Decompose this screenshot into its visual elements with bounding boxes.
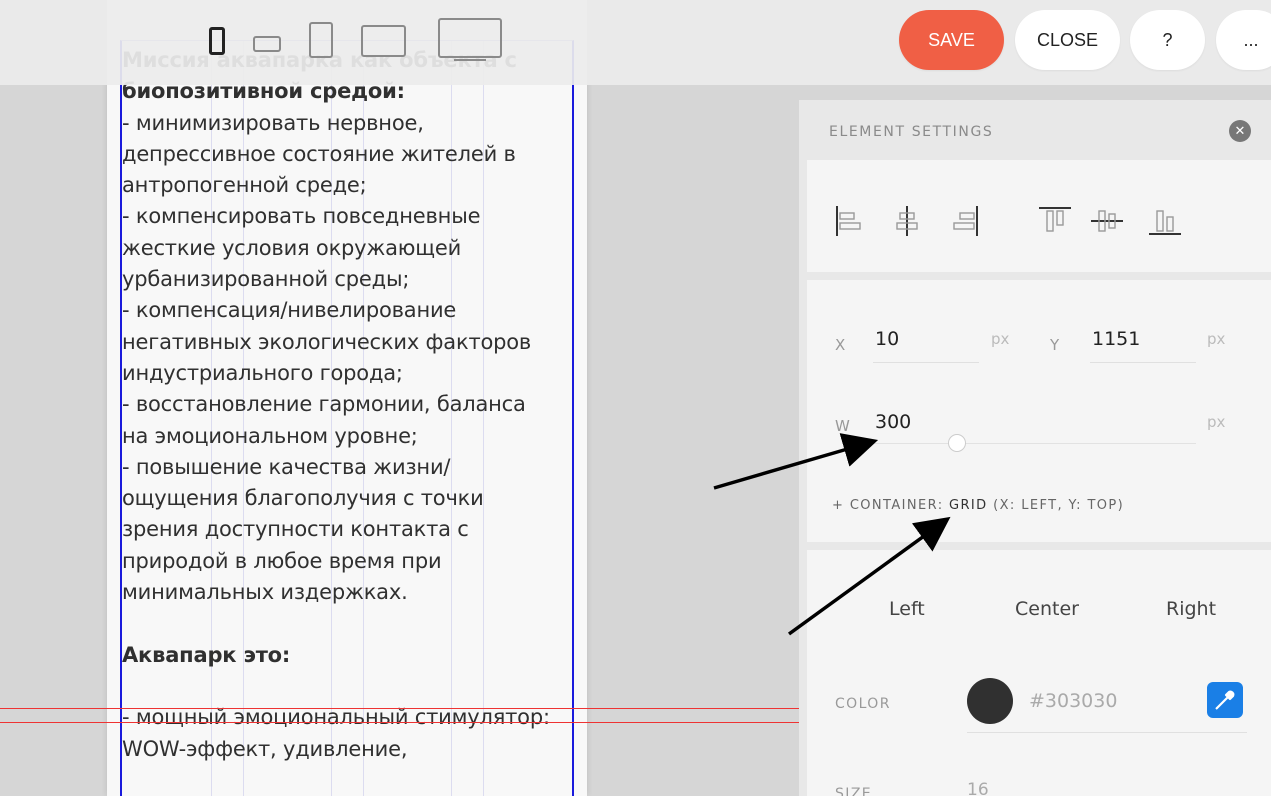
align-bottom-icon[interactable] [1149,206,1181,236]
w-unit: px [1207,413,1226,431]
color-swatch[interactable] [967,678,1013,724]
size-field[interactable]: 16 [967,780,989,796]
desktop-icon[interactable] [438,18,502,58]
more-button[interactable]: ... [1216,10,1271,70]
x-unit: px [991,330,1010,348]
w-label: W [835,417,850,435]
align-left-icon[interactable] [835,206,863,236]
w-slider-handle[interactable] [948,434,966,452]
align-middle-icon[interactable] [1091,206,1123,236]
color-label: COLOR [835,696,891,712]
align-center-icon[interactable] [893,206,921,236]
eyedropper-icon[interactable] [1207,682,1243,718]
container-prefix: + CONTAINER: [832,498,950,513]
size-label: SIZE [835,786,873,796]
typography-card: Left Center Right COLOR #303030 SIZE 16 [807,550,1271,796]
close-button[interactable]: CLOSE [1015,10,1120,70]
x-label: X [835,336,846,354]
phone-icon[interactable] [209,27,225,55]
alignment-card [807,160,1271,272]
close-icon[interactable]: ✕ [1229,120,1251,142]
container-suffix: (X: LEFT, Y: TOP) [987,498,1125,513]
phone-landscape-icon[interactable] [253,36,281,52]
align-right-icon[interactable] [951,206,979,236]
w-field[interactable]: 300 [875,411,911,433]
align-top-icon[interactable] [1039,206,1071,236]
color-field-underline [967,732,1247,733]
container-setting[interactable]: + CONTAINER: GRID (X: LEFT, Y: TOP) [832,498,1124,513]
container-value: GRID [949,498,988,513]
element-settings-panel: ELEMENT SETTINGS ✕ X 10 px Y 1151 px W 3… [799,100,1271,796]
color-hex-field[interactable]: #303030 [1029,690,1117,712]
y-field-underline [1090,362,1196,363]
tablet-landscape-icon[interactable] [361,25,406,57]
y-field[interactable]: 1151 [1092,328,1140,350]
save-button[interactable]: SAVE [899,10,1004,70]
y-unit: px [1207,330,1226,348]
w-slider-track[interactable] [873,443,1196,444]
tablet-icon[interactable] [309,22,333,58]
tab-align-right[interactable]: Right [1166,598,1216,620]
help-button[interactable]: ? [1130,10,1205,70]
selection-frame [120,40,574,796]
guide-line [0,708,800,709]
y-label: Y [1050,336,1060,354]
tab-align-left[interactable]: Left [889,598,925,620]
x-field[interactable]: 10 [875,328,899,350]
desktop-stand [454,59,486,61]
tab-align-center[interactable]: Center [1015,598,1079,620]
panel-title: ELEMENT SETTINGS [829,124,994,140]
position-card: X 10 px Y 1151 px W 300 px + CONTAINER: … [807,280,1271,542]
guide-line [0,722,800,723]
x-field-underline [873,362,979,363]
